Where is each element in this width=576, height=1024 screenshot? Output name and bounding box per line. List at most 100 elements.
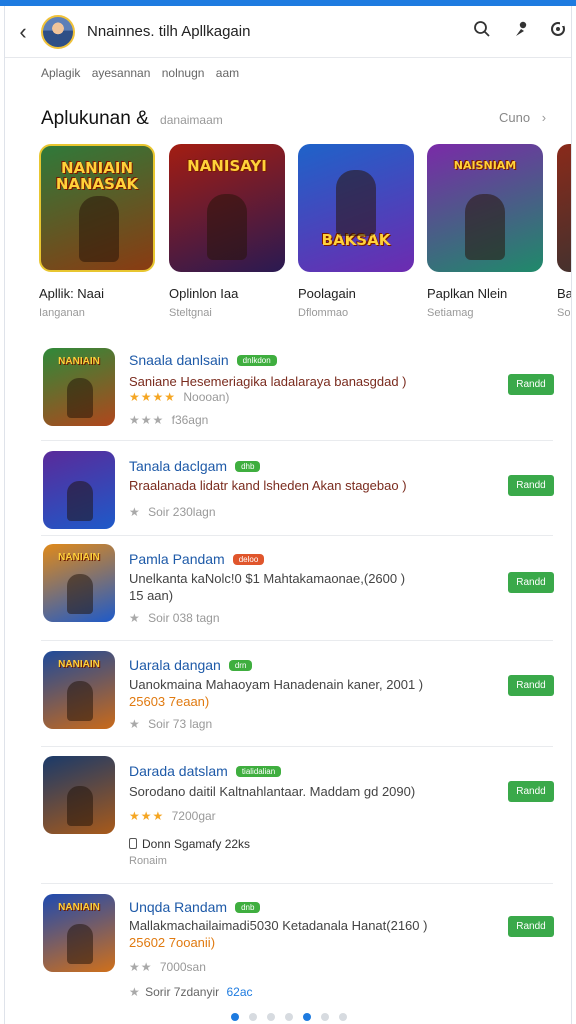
details: ★ Sorir 7zdanyir 62ac bbox=[129, 985, 253, 999]
details-text: Donn Sgamafy 22ks bbox=[142, 837, 251, 851]
featured-name: Apllik: Naai bbox=[39, 286, 105, 301]
app-title: Unqda Randam dnb bbox=[129, 899, 261, 915]
featured-card[interactable]: NANISAYI Oplinlon Iaa Steltgnai bbox=[169, 144, 287, 319]
device-icon bbox=[129, 838, 137, 849]
app-title-text: Darada datslam bbox=[129, 763, 228, 779]
page-indicator[interactable] bbox=[5, 1008, 571, 1021]
get-button[interactable]: Randd bbox=[508, 675, 554, 696]
see-more-label: Cuno bbox=[499, 110, 531, 125]
list-item[interactable]: NANIAIN Pamla Pandam deloo Unelkanta kaNo… bbox=[41, 536, 554, 641]
featured-art bbox=[557, 144, 571, 272]
chevron-right-icon: › bbox=[541, 110, 547, 125]
featured-card[interactable]: NANIAIN NANASAK Apllik: Naai Ianganan bbox=[39, 144, 157, 319]
featured-art: NANISAYI bbox=[169, 144, 285, 272]
list-item[interactable]: NANIAIN Uarala dangan drn Uanokmaina Maha… bbox=[41, 641, 554, 747]
character-figure bbox=[67, 378, 93, 418]
app-icon: NANIAIN bbox=[43, 894, 115, 972]
app-icon bbox=[43, 756, 115, 834]
page-dot[interactable] bbox=[339, 1013, 347, 1021]
settings-icon[interactable] bbox=[547, 20, 569, 42]
stats: ★ Soir 73 lagn bbox=[129, 717, 212, 731]
featured-art-text: NAISNIAM bbox=[453, 159, 517, 172]
status-badge: dnb bbox=[235, 902, 261, 913]
status-badge: dnlkdon bbox=[236, 355, 277, 366]
featured-art-text: NANISAYI bbox=[187, 157, 267, 175]
list-item[interactable]: Darada datslam tialidalian Sorodano daiti… bbox=[41, 747, 554, 884]
section-amp: & bbox=[136, 108, 149, 129]
character-figure bbox=[336, 170, 376, 236]
app-title-text: Snaala danlsain bbox=[129, 352, 229, 368]
star-icon: ★★★ bbox=[129, 413, 165, 427]
app-description: Unelkanta kaNolc!0 $1 Mahtakamaonae,(260… bbox=[129, 571, 406, 586]
page-dot[interactable] bbox=[321, 1013, 329, 1021]
app-description: Uanokmaina Mahaoyam Hanadenain kaner, 20… bbox=[129, 677, 424, 692]
page-dot[interactable] bbox=[249, 1013, 257, 1021]
featured-sub: Steltgnai bbox=[169, 307, 212, 319]
character-figure bbox=[67, 786, 93, 826]
page-dot[interactable] bbox=[231, 1013, 239, 1021]
app-description: Saniane Hesemeriagika ladalaraya banasgd… bbox=[129, 374, 407, 389]
get-button[interactable]: Randd bbox=[508, 916, 554, 937]
breadcrumb: Aplagik ayesannan nolnugn aam bbox=[41, 66, 240, 80]
star-icon: ★ bbox=[129, 985, 140, 999]
app-title: Uarala dangan drn bbox=[129, 657, 253, 673]
list-item[interactable]: Tanala daclgam dhb Rraalanada lidatr kand… bbox=[41, 441, 554, 536]
featured-card[interactable]: Bap Soin bbox=[557, 144, 571, 319]
featured-sub: Setiamag bbox=[427, 307, 474, 319]
search-icon[interactable] bbox=[471, 20, 493, 42]
featured-name: Bap bbox=[557, 286, 571, 301]
character-figure bbox=[67, 574, 93, 614]
list-item[interactable]: NANIAIN Unqda Randam dnb Mallakmachailaim… bbox=[41, 884, 554, 1004]
featured-card[interactable]: BAKSAK Poolagain Dflommao bbox=[298, 144, 416, 319]
app-title: Snaala danlsain dnlkdon bbox=[129, 352, 277, 368]
app-description-line2: 15 aan) bbox=[129, 588, 174, 603]
app-description-line2: 25602 7ooanii) bbox=[129, 935, 216, 950]
app-title: Tanala daclgam dhb bbox=[129, 458, 261, 474]
stats-text: Soir 73 lagn bbox=[148, 717, 213, 731]
get-button[interactable]: Randd bbox=[508, 475, 554, 496]
app-description: Sorodano daitil Kaltnahlantaar. Maddam g… bbox=[129, 784, 416, 799]
status-badge: deloo bbox=[232, 554, 265, 565]
see-more-link[interactable]: Cuno › bbox=[499, 110, 546, 125]
section-title: Aplukunan bbox=[41, 108, 131, 129]
app-icon: NANIAIN bbox=[43, 348, 115, 426]
rating: ★★★ 7200gar bbox=[129, 809, 216, 823]
stats: ★ Soir 038 tagn bbox=[129, 611, 220, 625]
app-icon: NANIAIN bbox=[43, 651, 115, 729]
featured-carousel[interactable]: NANIAIN NANASAK Apllik: Naai Ianganan NA… bbox=[39, 144, 571, 334]
featured-card[interactable]: NAISNIAM Paplkan Nlein Setiamag bbox=[427, 144, 545, 319]
featured-sub: Soin bbox=[557, 307, 571, 319]
chevron-left-icon[interactable]: ‹ bbox=[13, 20, 33, 44]
page-dot[interactable] bbox=[285, 1013, 293, 1021]
app-icon-text: NANIAIN bbox=[58, 552, 100, 563]
featured-art-text: NANIAIN NANASAK bbox=[55, 159, 139, 193]
rating: ★★★★ Noooan) bbox=[129, 390, 229, 404]
get-button[interactable]: Randd bbox=[508, 374, 554, 395]
page-dot[interactable] bbox=[303, 1013, 311, 1021]
character-figure bbox=[67, 681, 93, 721]
featured-sub: Dflommao bbox=[298, 307, 349, 319]
get-button[interactable]: Randd bbox=[508, 781, 554, 802]
page-title: Nnainnes. tilh Apllkagain bbox=[87, 23, 251, 40]
app-icon-text: NANIAIN bbox=[58, 902, 100, 913]
avatar[interactable] bbox=[41, 15, 75, 49]
app-description-line2: 25603 7eaan) bbox=[129, 694, 210, 709]
stats-text: f36agn bbox=[171, 413, 209, 427]
user-icon[interactable] bbox=[511, 20, 533, 42]
character-figure bbox=[67, 924, 93, 964]
get-button[interactable]: Randd bbox=[508, 572, 554, 593]
star-icon: ★ bbox=[129, 505, 141, 519]
featured-art: BAKSAK bbox=[298, 144, 414, 272]
stats-text: 7000san bbox=[159, 960, 206, 974]
page-dot[interactable] bbox=[267, 1013, 275, 1021]
status-badge: dhb bbox=[235, 461, 261, 472]
list-item[interactable]: NANIAIN Snaala danlsain dnlkdon Saniane H… bbox=[41, 342, 554, 441]
featured-name: Paplkan Nlein bbox=[427, 286, 508, 301]
character-figure bbox=[67, 481, 93, 521]
star-icon: ★ bbox=[129, 611, 141, 625]
app-window: ‹ Nnainnes. tilh Apllkagain Aplagik ayes… bbox=[4, 6, 572, 1024]
star-rating-icon: ★★★★ bbox=[129, 390, 177, 404]
stats: ★★★ f36agn bbox=[129, 413, 208, 427]
stats-text: Soir 230lagn bbox=[148, 505, 216, 519]
app-title-text: Uarala dangan bbox=[129, 657, 221, 673]
